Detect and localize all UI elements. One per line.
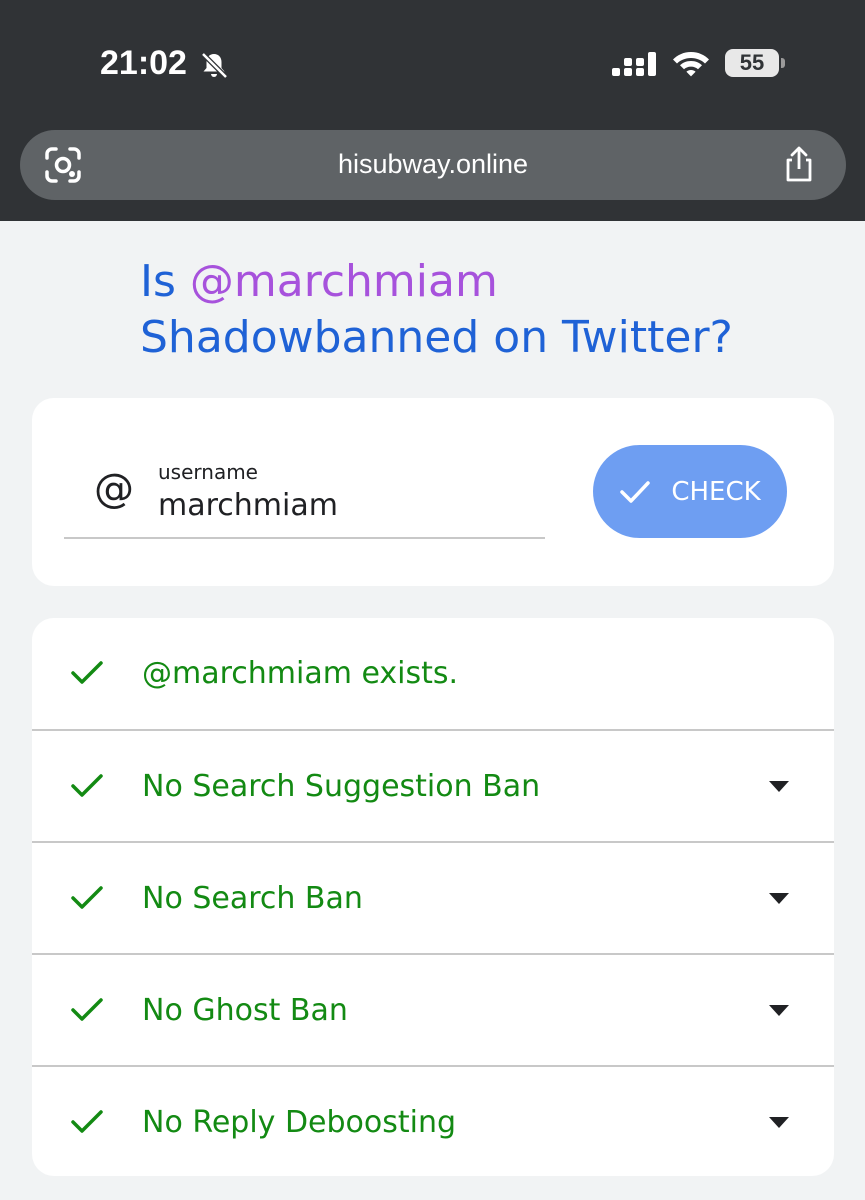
check-button[interactable]: CHECK bbox=[593, 445, 787, 538]
username-input[interactable] bbox=[158, 488, 518, 523]
result-text: No Reply Deboosting bbox=[142, 1105, 457, 1140]
check-button-label: CHECK bbox=[671, 476, 761, 507]
bell-off-icon bbox=[201, 52, 228, 79]
caret-down-icon[interactable] bbox=[769, 1005, 789, 1017]
signal-icon bbox=[612, 52, 656, 76]
wifi-icon bbox=[673, 52, 709, 77]
url-bar[interactable]: hisubway.online bbox=[20, 130, 846, 200]
result-row-exists: @marchmiam exists. bbox=[32, 618, 834, 729]
result-text: No Search Suggestion Ban bbox=[142, 769, 541, 804]
share-icon[interactable] bbox=[780, 144, 818, 184]
at-icon: @ bbox=[94, 466, 134, 512]
checkmark-icon bbox=[71, 998, 103, 1021]
caret-down-icon[interactable] bbox=[769, 1117, 789, 1129]
username-form-card: @ username CHECK bbox=[32, 398, 834, 586]
title-prefix: Is bbox=[140, 256, 190, 307]
checkmark-icon bbox=[71, 661, 103, 684]
url-text[interactable]: hisubway.online bbox=[20, 130, 846, 200]
checkmark-icon bbox=[71, 1110, 103, 1133]
result-row-search-suggestion-ban[interactable]: No Search Suggestion Ban bbox=[32, 729, 834, 840]
input-underline bbox=[64, 537, 545, 539]
status-time: 21:02 bbox=[100, 44, 187, 82]
status-bar: 21:02 55 hisubway.online bbox=[0, 0, 865, 221]
checkmark-icon bbox=[71, 774, 103, 797]
checkmark-icon bbox=[71, 886, 103, 909]
caret-down-icon[interactable] bbox=[769, 893, 789, 905]
battery-tip bbox=[781, 58, 785, 68]
result-text: No Ghost Ban bbox=[142, 993, 348, 1028]
results-card: @marchmiam exists. No Search Suggestion … bbox=[32, 618, 834, 1176]
result-text: No Search Ban bbox=[142, 881, 363, 916]
username-label: username bbox=[158, 460, 258, 484]
checkmark-icon bbox=[620, 480, 651, 503]
title-line-2: Shadowbanned on Twitter? bbox=[140, 312, 733, 363]
result-text: @marchmiam exists. bbox=[142, 656, 459, 691]
result-row-search-ban[interactable]: No Search Ban bbox=[32, 841, 834, 952]
title-handle: @marchmiam bbox=[189, 256, 498, 307]
battery-icon: 55 bbox=[725, 49, 779, 77]
result-row-ghost-ban[interactable]: No Ghost Ban bbox=[32, 953, 834, 1064]
result-row-reply-deboosting[interactable]: No Reply Deboosting bbox=[32, 1065, 834, 1176]
page-title: Is @marchmiam Shadowbanned on Twitter? bbox=[140, 254, 840, 366]
title-line-1: Is @marchmiam bbox=[140, 254, 840, 310]
caret-down-icon[interactable] bbox=[769, 781, 789, 793]
